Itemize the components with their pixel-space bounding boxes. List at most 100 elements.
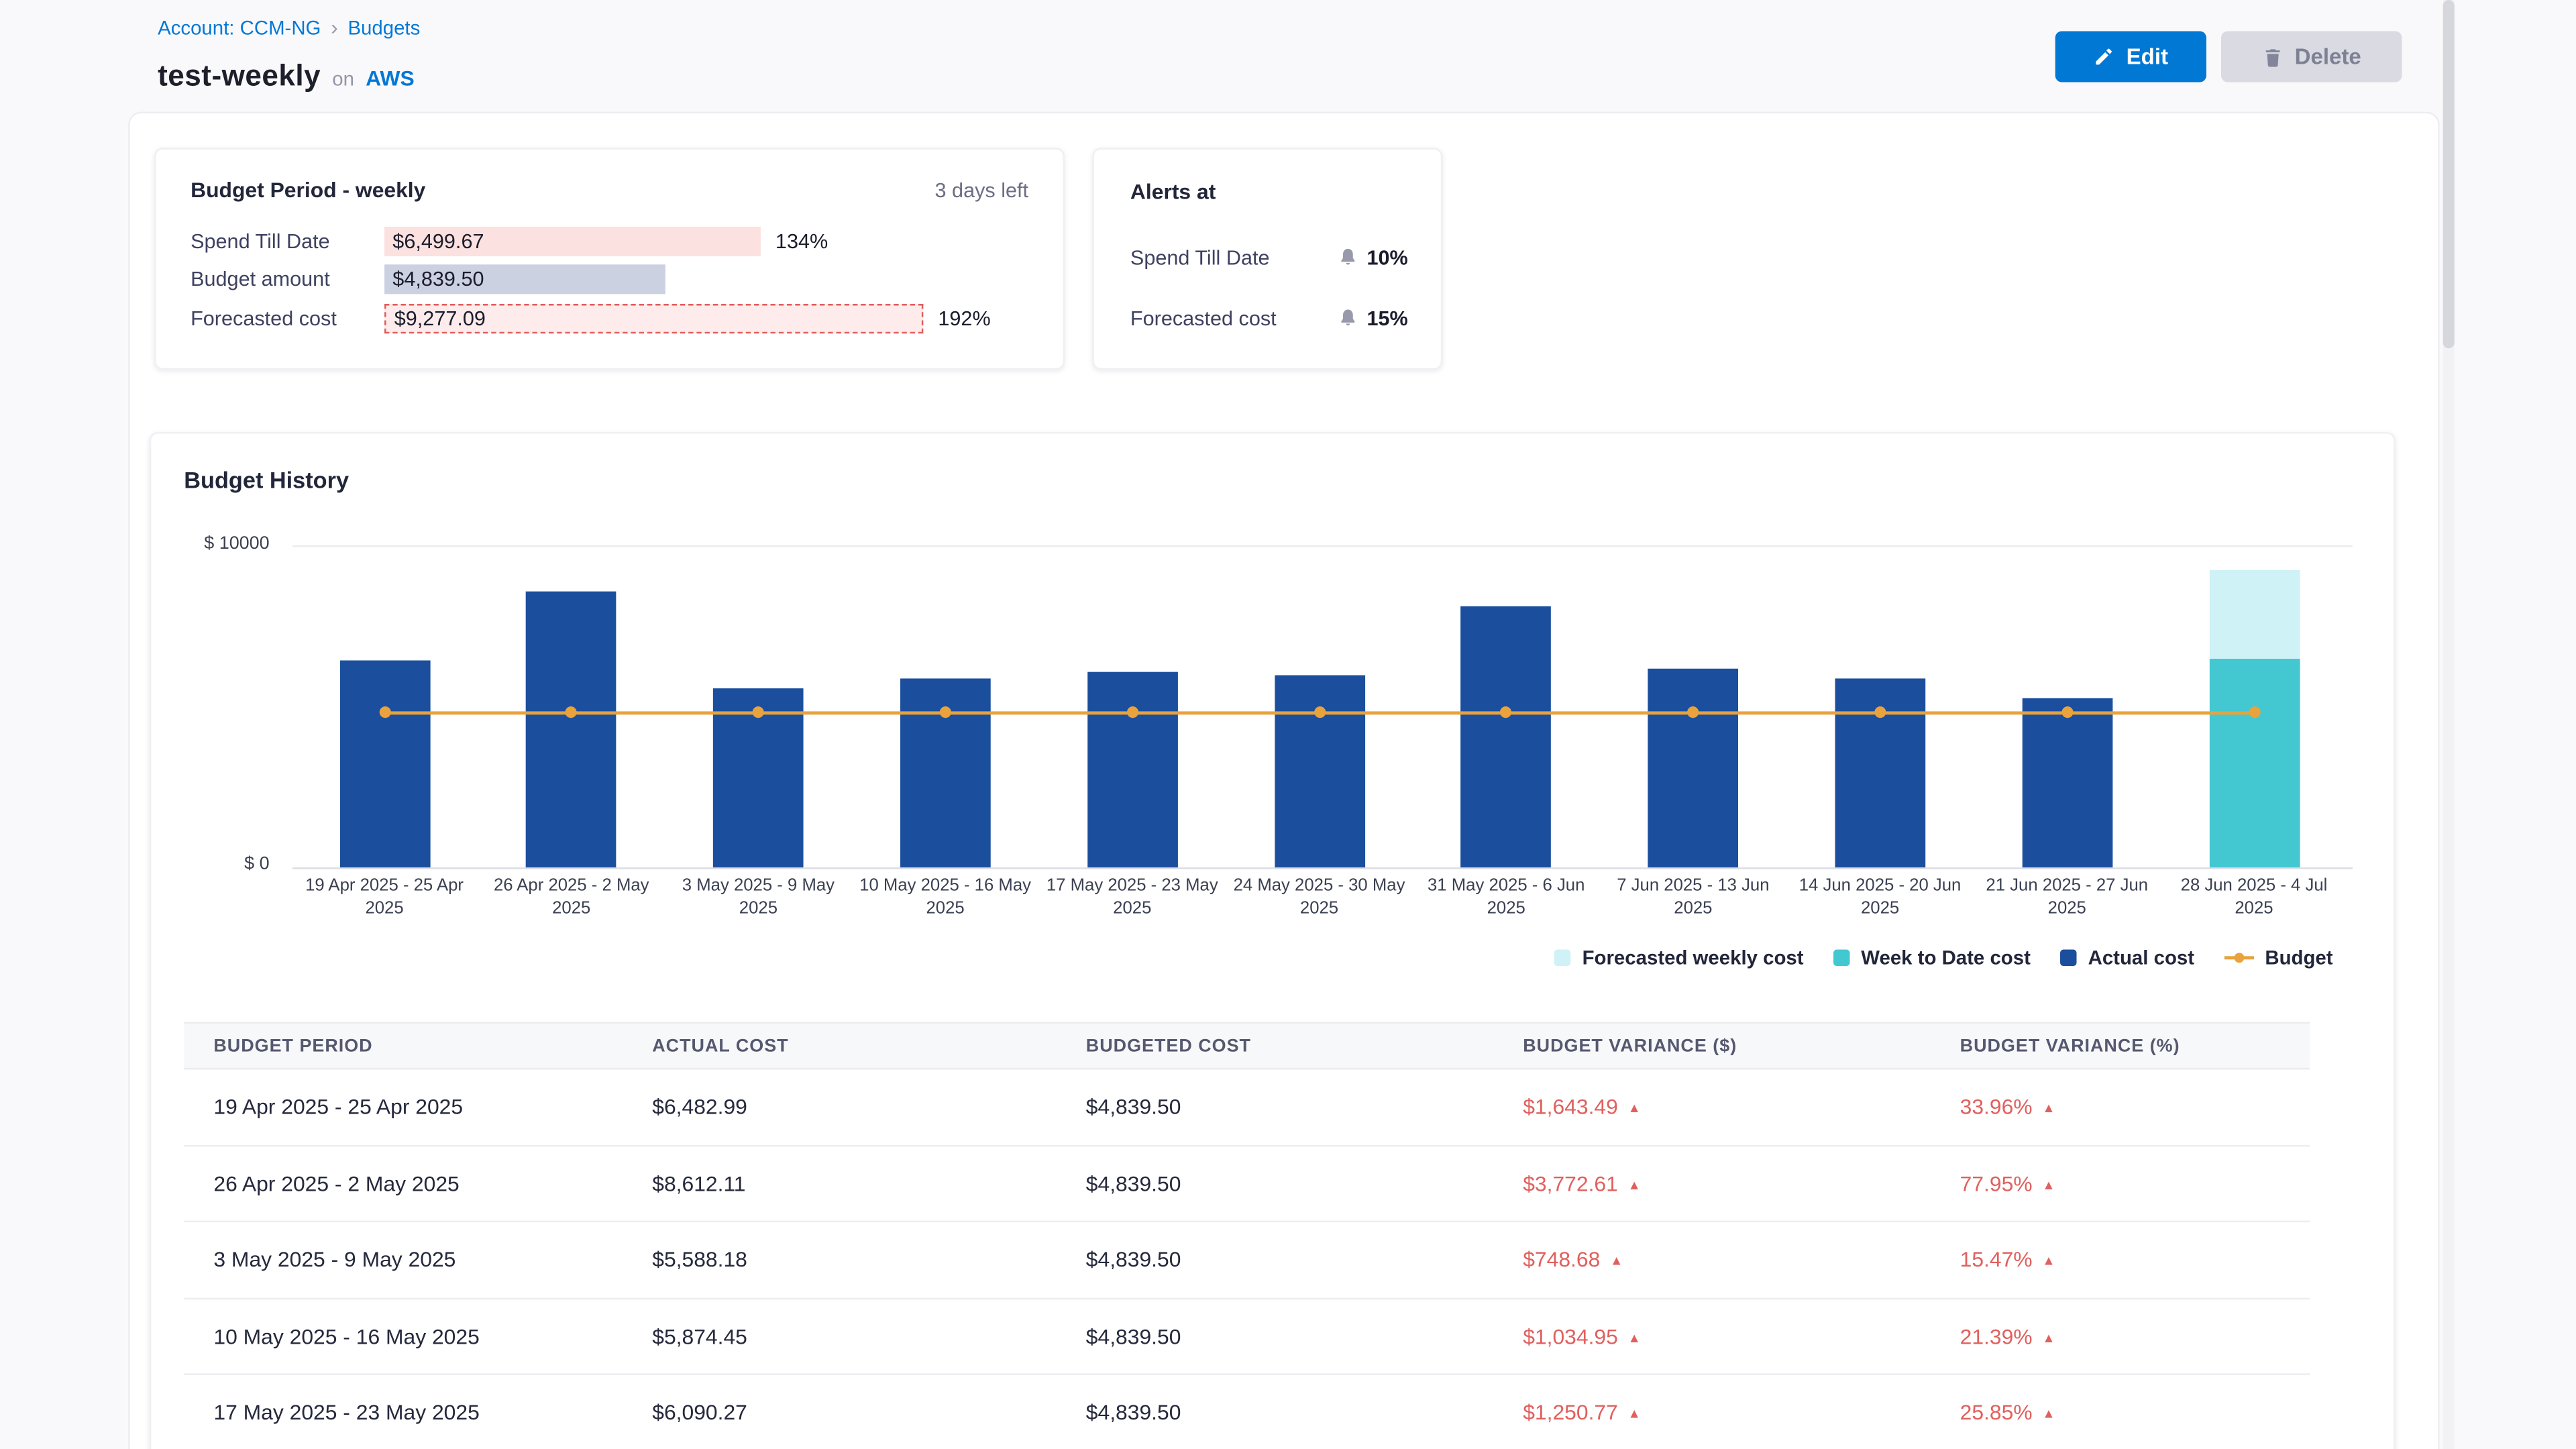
alert-threshold: 10% (1366, 246, 1407, 268)
delete-button-label: Delete (2295, 44, 2361, 69)
legend-item-actual-cost[interactable]: Actual cost (2060, 947, 2194, 969)
budget-period-row: Spend Till Date$6,499.67 134% (156, 222, 1063, 261)
chart-legend: Forecasted weekly cost Week to Date cost A… (1554, 947, 2333, 969)
cell-actual: $8,612.11 (652, 1171, 1086, 1196)
legend-label: Actual cost (2088, 947, 2194, 969)
breadcrumb-account-link[interactable]: Account: CCM-NG (158, 16, 321, 39)
delete-button[interactable]: Delete (2221, 32, 2402, 83)
up-triangle-icon: ▲ (2042, 1177, 2055, 1192)
table-column-header: ACTUAL COST (652, 1036, 1086, 1055)
legend-label: Week to Date cost (1861, 947, 2031, 969)
table-column-header: BUDGETED COST (1086, 1036, 1523, 1055)
alert-row-value: 15% (1337, 307, 1407, 329)
days-left-label: 3 days left (935, 179, 1029, 202)
cell-actual: $5,588.18 (652, 1247, 1086, 1272)
table-row: 26 Apr 2025 - 2 May 2025$8,612.11$4,839.… (184, 1146, 2310, 1222)
y-axis-label-max: $ 10000 (161, 534, 270, 553)
budget-line-point (1126, 706, 1138, 718)
breadcrumb: Account: CCM-NG › Budgets (158, 16, 420, 39)
cell-variance: $1,034.95▲ (1523, 1324, 1960, 1348)
forecast-bar: $9,277.09 (384, 303, 923, 333)
alert-rows: Spend Till Date10%Forecasted cost15% (1094, 227, 1441, 348)
legend-item-forecasted-weekly-cost[interactable]: Forecasted weekly cost (1554, 947, 1804, 969)
cell-budgeted: $4,839.50 (1086, 1247, 1523, 1272)
budget-bar: $4,839.50 (384, 265, 665, 294)
cell-budgeted: $4,839.50 (1086, 1400, 1523, 1425)
chart-bar-actual-cost (1087, 672, 1177, 867)
cell-variance: $1,250.77▲ (1523, 1400, 1960, 1425)
table-row: 10 May 2025 - 16 May 2025$5,874.45$4,839… (184, 1299, 2310, 1375)
up-triangle-icon: ▲ (1628, 1407, 1641, 1421)
page-card: Budget Period - weekly 3 days left Spend… (128, 112, 2440, 1449)
cell-variance_pct: 77.95%▲ (1960, 1171, 2310, 1196)
budget-history-card: Budget History $ 10000 $ 0 19 Apr 2025 -… (150, 432, 2396, 1449)
up-triangle-icon: ▲ (1628, 1177, 1641, 1192)
pencil-icon (2094, 46, 2115, 68)
cell-period: 3 May 2025 - 9 May 2025 (213, 1247, 652, 1272)
up-triangle-icon: ▲ (1628, 1330, 1641, 1345)
x-axis-label: 17 May 2025 - 23 May 2025 (1045, 875, 1220, 920)
table-row: 19 Apr 2025 - 25 Apr 2025$6,482.99$4,839… (184, 1069, 2310, 1146)
budget-period-row-label: Budget amount (191, 268, 384, 291)
x-axis-label: 3 May 2025 - 9 May 2025 (672, 875, 846, 920)
legend-swatch (2060, 950, 2076, 966)
budget-period-row-label: Spend Till Date (191, 229, 384, 252)
chart-plot (292, 545, 2353, 869)
chart-x-labels: 19 Apr 2025 - 25 Apr 2025 26 Apr 2025 - 2… (292, 875, 2353, 931)
legend-swatch (1833, 950, 1849, 966)
cell-variance_pct: 33.96%▲ (1960, 1095, 2310, 1120)
bell-icon (1337, 307, 1358, 329)
budget-line-point (2061, 706, 2073, 718)
table-row: 3 May 2025 - 9 May 2025$5,588.18$4,839.5… (184, 1222, 2310, 1299)
budget-period-row: Budget amount$4,839.50 (156, 260, 1063, 299)
x-axis-label: 14 Jun 2025 - 20 Jun 2025 (1793, 875, 1968, 920)
budget-period-rows: Spend Till Date$6,499.67 134% Budget amoun… (156, 222, 1063, 338)
cell-budgeted: $4,839.50 (1086, 1324, 1523, 1348)
scrollbar-thumb[interactable] (2443, 0, 2455, 348)
cell-variance: $3,772.61▲ (1523, 1171, 1960, 1196)
alert-row-label: Spend Till Date (1130, 246, 1270, 268)
legend-label: Forecasted weekly cost (1582, 947, 1804, 969)
cell-actual: $5,874.45 (652, 1324, 1086, 1348)
bar-value: $9,277.09 (386, 307, 486, 329)
budget-period-row-label: Forecasted cost (191, 307, 384, 329)
cell-budgeted: $4,839.50 (1086, 1095, 1523, 1120)
trash-icon (2262, 45, 2284, 68)
edit-button[interactable]: Edit (2055, 32, 2206, 83)
edit-button-label: Edit (2127, 44, 2168, 69)
x-axis-label: 24 May 2025 - 30 May 2025 (1232, 875, 1407, 920)
chart-bar-actual-cost (526, 592, 616, 867)
x-axis-label: 10 May 2025 - 16 May 2025 (858, 875, 1032, 920)
alerts-title: Alerts at (1130, 179, 1216, 204)
x-axis-label: 26 Apr 2025 - 2 May 2025 (484, 875, 659, 920)
scrollbar-track[interactable] (2443, 0, 2455, 1449)
budget-table: BUDGET PERIODACTUAL COSTBUDGETED COSTBUD… (184, 1022, 2310, 1449)
up-triangle-icon: ▲ (1628, 1101, 1641, 1116)
budget-period-card: Budget Period - weekly 3 days left Spend… (154, 148, 1065, 370)
cell-variance_pct: 21.39%▲ (1960, 1324, 2310, 1348)
budget-history-title: Budget History (151, 434, 2394, 493)
y-axis-label-zero: $ 0 (161, 854, 270, 873)
up-triangle-icon: ▲ (1610, 1254, 1623, 1269)
legend-item-week-to-date-cost[interactable]: Week to Date cost (1833, 947, 2031, 969)
cell-variance_pct: 15.47%▲ (1960, 1247, 2310, 1272)
table-row: 17 May 2025 - 23 May 2025$6,090.27$4,839… (184, 1375, 2310, 1449)
budget-table-header: BUDGET PERIODACTUAL COSTBUDGETED COSTBUD… (184, 1022, 2310, 1069)
alerts-card: Alerts at Spend Till Date10%Forecasted c… (1093, 148, 1443, 370)
breadcrumb-budgets-link[interactable]: Budgets (347, 16, 420, 39)
legend-item-budget[interactable]: Budget (2224, 947, 2332, 969)
x-axis-label: 19 Apr 2025 - 25 Apr 2025 (297, 875, 472, 920)
cell-variance: $1,643.49▲ (1523, 1095, 1960, 1120)
cell-period: 10 May 2025 - 16 May 2025 (213, 1324, 652, 1348)
chart-bar-actual-cost (1274, 676, 1364, 868)
legend-budget-line-icon (2224, 951, 2253, 965)
spend-bar: $6,499.67 (384, 226, 761, 256)
bar-percent-label: 134% (775, 229, 828, 252)
cell-variance_pct: 25.85%▲ (1960, 1400, 2310, 1425)
chart-bar-actual-cost (339, 660, 430, 867)
budget-line-point (940, 706, 951, 718)
chevron-right-icon: › (331, 18, 338, 38)
cell-period: 19 Apr 2025 - 25 Apr 2025 (213, 1095, 652, 1120)
alert-threshold: 15% (1366, 307, 1407, 329)
chart-bar-week-to-date-cost (2209, 659, 2300, 867)
